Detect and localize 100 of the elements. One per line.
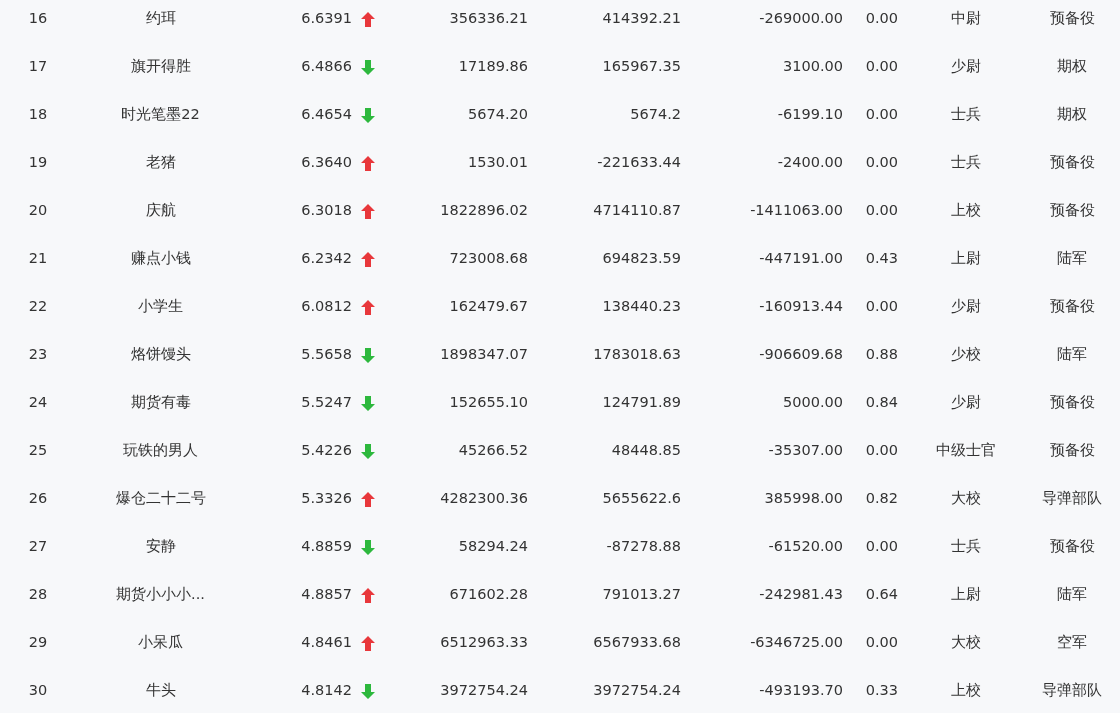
table-cell-text: 上尉 xyxy=(951,249,981,269)
table-cell-text: 上校 xyxy=(951,681,981,701)
table-cell-text: 期权 xyxy=(1057,57,1087,77)
table-cell-text: 6.3640 xyxy=(301,153,352,173)
table-cell-text: 28 xyxy=(28,585,48,605)
table-cell-text: 少尉 xyxy=(951,297,981,317)
table-cell-text: 414392.21 xyxy=(602,9,681,29)
table-cell-text: -160913.44 xyxy=(759,297,843,317)
table-cell-text: 期货有毒 xyxy=(130,393,191,413)
table-cell-text: 中级士官 xyxy=(936,441,996,461)
table-cell-text: -447191.00 xyxy=(759,249,843,269)
table-cell-text: 4714110.87 xyxy=(593,201,681,221)
table-cell-text: 0.88 xyxy=(865,345,898,365)
table-cell-text: 牛头 xyxy=(145,681,176,701)
table-cell-text: 5655622.6 xyxy=(602,489,681,509)
table-cell-text: 士兵 xyxy=(951,105,981,125)
table-cell-text: 陆军 xyxy=(1057,249,1087,269)
table-cell-text: 庆航 xyxy=(145,201,176,221)
table-cell-text: 5.5247 xyxy=(301,393,352,413)
table-cell-text: 陆军 xyxy=(1057,345,1087,365)
table-cell-text: 17 xyxy=(28,57,48,77)
table-cell-text: 165967.35 xyxy=(602,57,681,77)
table-cell-text: 16 xyxy=(28,9,48,29)
table-cell-text: 0.00 xyxy=(865,633,898,653)
table-cell-text: 空军 xyxy=(1057,633,1087,653)
table-cell-text: 29 xyxy=(28,633,48,653)
table-cell-text: 45266.52 xyxy=(458,441,528,461)
table-cell-text: 17189.86 xyxy=(458,57,528,77)
table-cell-text: 385998.00 xyxy=(764,489,843,509)
table-cell-text: 预备役 xyxy=(1049,201,1095,221)
table-cell-text: 0.00 xyxy=(865,537,898,557)
table-cell-text: 5.3326 xyxy=(301,489,352,509)
table-cell-text: 导弹部队 xyxy=(1042,681,1102,701)
table-cell-text: 26 xyxy=(28,489,48,509)
table-cell-text: 导弹部队 xyxy=(1042,489,1102,509)
table-cell-text: -1411063.00 xyxy=(750,201,843,221)
table-cell-text: 3972754.24 xyxy=(440,681,528,701)
table-cell-text: 5000.00 xyxy=(783,393,843,413)
table-cell-text: 0.33 xyxy=(865,681,898,701)
table-cell-text: 期货小小小... xyxy=(116,585,205,605)
table-cell-text: 0.00 xyxy=(865,201,898,221)
table-cell-text: 25 xyxy=(28,441,48,461)
table-cell-text: 3972754.24 xyxy=(593,681,681,701)
table-cell-text: 6.4654 xyxy=(301,105,352,125)
table-cell-text: 356336.21 xyxy=(449,9,528,29)
table-cell-text: 上校 xyxy=(951,201,981,221)
table-cell-text: 23 xyxy=(28,345,48,365)
table-cell-text: 预备役 xyxy=(1049,393,1095,413)
table-cell-text: 预备役 xyxy=(1049,297,1095,317)
table-cell-text: 预备役 xyxy=(1049,537,1095,557)
table-cell-text: 0.64 xyxy=(865,585,898,605)
table-cell-text: 5.5658 xyxy=(301,345,352,365)
table-cell-text: 0.00 xyxy=(865,153,898,173)
table-cell-text: -906609.68 xyxy=(759,345,843,365)
table-cell-text: 6.4866 xyxy=(301,57,352,77)
table-cell-text: 旗开得胜 xyxy=(130,57,191,77)
table-cell-text: -269000.00 xyxy=(759,9,843,29)
table-cell-text: 玩铁的男人 xyxy=(123,441,198,461)
table-cell-text: 48448.85 xyxy=(611,441,681,461)
table-cell-text: 1822896.02 xyxy=(440,201,528,221)
table-cell-text: 小呆瓜 xyxy=(138,633,183,653)
table-cell-text: 时光笔墨22 xyxy=(121,105,200,125)
table-cell-text: 4.8461 xyxy=(301,633,352,653)
table-cell-text: 0.00 xyxy=(865,441,898,461)
table-cell-text: 0.84 xyxy=(865,393,898,413)
table-cell-text: -221633.44 xyxy=(597,153,681,173)
table-cell-text: 4.8859 xyxy=(301,537,352,557)
table-cell-text: 上尉 xyxy=(951,585,981,605)
table-cell-text: 大校 xyxy=(951,633,981,653)
table-cell-text: 0.00 xyxy=(865,57,898,77)
table-cell-text: 6512963.33 xyxy=(440,633,528,653)
table-cell-text: 6567933.68 xyxy=(593,633,681,653)
table-cell-text: 预备役 xyxy=(1049,9,1095,29)
table-cell-text: -6346725.00 xyxy=(750,633,843,653)
table-cell-text: 4282300.36 xyxy=(440,489,528,509)
table-cell-text: 4.8142 xyxy=(301,681,352,701)
table-cell-text: 18 xyxy=(28,105,48,125)
table-cell-text: 少尉 xyxy=(951,57,981,77)
table-cell-text: -242981.43 xyxy=(759,585,843,605)
table-cell-text: 694823.59 xyxy=(602,249,681,269)
table-cell-text: -61520.00 xyxy=(768,537,843,557)
table-cell-text: 5674.2 xyxy=(630,105,681,125)
table-cell-text: 124791.89 xyxy=(602,393,681,413)
table-cell-text: 5674.20 xyxy=(468,105,528,125)
table-cell-text: 19 xyxy=(28,153,48,173)
table-cell-text: 0.00 xyxy=(865,105,898,125)
table-cell-text: 少尉 xyxy=(951,393,981,413)
table-cell-text: 20 xyxy=(28,201,48,221)
table-cell-text: 6.2342 xyxy=(301,249,352,269)
table-cell-text: 6.3018 xyxy=(301,201,352,221)
table-cell-text: 预备役 xyxy=(1049,441,1095,461)
table-cell-text: 安静 xyxy=(145,537,176,557)
table-cell-text: 671602.28 xyxy=(449,585,528,605)
table-cell-text: 预备役 xyxy=(1049,153,1095,173)
table-cell-text: 5.4226 xyxy=(301,441,352,461)
table-cell-text: 4.8857 xyxy=(301,585,352,605)
table-cell-text: 30 xyxy=(28,681,48,701)
table-cell-text: 烙饼馒头 xyxy=(130,345,191,365)
table-cell-text: 1898347.07 xyxy=(440,345,528,365)
table-cell-text: 27 xyxy=(28,537,48,557)
